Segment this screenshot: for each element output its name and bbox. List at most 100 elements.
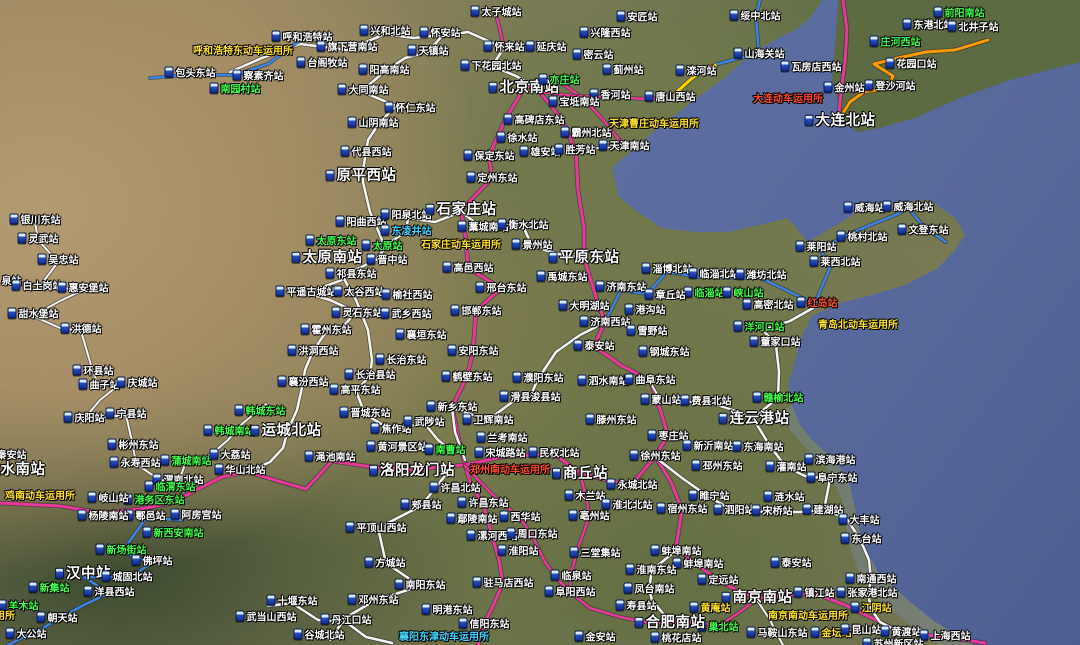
station-label[interactable]: 新沂南站 xyxy=(683,440,734,453)
station-label[interactable]: 华山北站 xyxy=(215,464,266,477)
station-label[interactable]: 渑池南站 xyxy=(305,451,356,464)
station-label[interactable]: 衡水北站 xyxy=(498,219,549,232)
station-label[interactable]: 原平西站 xyxy=(326,169,397,184)
station-label[interactable]: 西华站 xyxy=(500,511,541,524)
depot-label[interactable]: 用所 xyxy=(0,612,15,622)
station-label[interactable]: 台阁牧站 xyxy=(297,57,348,70)
station-label[interactable]: 郏县站 xyxy=(401,499,442,512)
station-label[interactable]: 三堂集站 xyxy=(570,547,621,560)
station-label[interactable]: 瓦房店西站 xyxy=(781,61,842,74)
station-label[interactable]: 南园村站 xyxy=(210,83,261,96)
station-label[interactable]: 下花园北站 xyxy=(461,60,522,73)
station-label[interactable]: 张家港北站 xyxy=(837,587,898,600)
station-label[interactable]: 曲阜东站 xyxy=(625,374,676,387)
station-label[interactable]: 甜水堡站 xyxy=(8,308,59,321)
depot-label[interactable]: 青岛北动车运用所 xyxy=(818,321,898,331)
station-label[interactable]: 武当山西站 xyxy=(236,611,297,624)
station-label[interactable]: 长治县站 xyxy=(345,369,396,382)
station-label[interactable]: 太子城站 xyxy=(471,6,522,19)
station-label[interactable]: 怀来站 xyxy=(484,41,525,54)
station-label[interactable]: 延庆站 xyxy=(526,41,567,54)
station-label[interactable]: 昆山站 xyxy=(841,624,882,637)
station-label[interactable]: 太原东站 xyxy=(306,235,357,248)
station-label[interactable]: 凤台南站 xyxy=(624,583,675,596)
station-label[interactable]: 滦河站 xyxy=(676,65,717,78)
station-label[interactable]: 霍州东站 xyxy=(301,324,352,337)
station-label[interactable]: 江阴站 xyxy=(851,602,892,615)
station-label[interactable]: 灌南站 xyxy=(766,461,807,474)
station-label[interactable]: 天水南站 xyxy=(0,463,46,478)
station-label[interactable]: 朝天站 xyxy=(37,612,78,625)
station-label[interactable]: 淮北北站 xyxy=(602,499,653,512)
station-label[interactable]: 密云站 xyxy=(573,49,614,62)
station-label[interactable]: 韩城南站 xyxy=(204,425,255,438)
map-canvas[interactable]: 呼和浩特东动车运用所呼和浩特站包头东站察素齐站南园村站台阁牧站旗下营南站兴和北站… xyxy=(0,0,1080,645)
station-label[interactable]: 唐山西站 xyxy=(645,91,696,104)
depot-label[interactable]: 郑州南动车运用所 xyxy=(470,466,550,476)
station-label[interactable]: 信阳东站 xyxy=(459,618,510,631)
station-label[interactable]: 蚌埠南站 xyxy=(651,545,702,558)
depot-label[interactable]: 南京南动车运用所 xyxy=(768,612,848,622)
station-label[interactable]: 武陟站 xyxy=(404,416,445,429)
station-label[interactable]: 济南东站 xyxy=(596,281,647,294)
station-label[interactable]: 洪德站 xyxy=(61,323,102,336)
station-label[interactable]: 天镇站 xyxy=(408,45,449,58)
depot-label[interactable]: 鸡南动车运用所 xyxy=(5,492,75,502)
station-label[interactable]: 景州站 xyxy=(512,239,553,252)
station-label[interactable]: 民权北站 xyxy=(529,447,580,460)
station-label[interactable]: 察素齐站 xyxy=(233,70,284,83)
station-label[interactable]: 临泉站 xyxy=(551,570,592,583)
station-label[interactable]: 董家口站 xyxy=(750,336,801,349)
station-label[interactable]: 阜宁东站 xyxy=(807,472,858,485)
station-label[interactable]: 庆城站 xyxy=(117,377,158,390)
station-label[interactable]: 南通西站 xyxy=(846,573,897,586)
station-label[interactable]: 城固北站 xyxy=(102,571,153,584)
station-label[interactable]: 秦安站 xyxy=(0,449,27,462)
station-label[interactable]: 天津南站 xyxy=(599,140,650,153)
depot-label[interactable]: 襄阳东津动车运用所 xyxy=(399,633,489,643)
station-label[interactable]: 泰安站 xyxy=(574,340,615,353)
station-label[interactable]: 大明湖站 xyxy=(559,300,610,313)
station-label[interactable]: 许昌北站 xyxy=(430,482,481,495)
station-label[interactable]: 宝坻南站 xyxy=(549,96,600,109)
station-label[interactable]: 太谷西站 xyxy=(334,286,385,299)
station-label[interactable]: 桃村北站 xyxy=(837,231,888,244)
station-label[interactable]: 莱西北站 xyxy=(810,256,861,269)
station-label[interactable]: 淮阳站 xyxy=(498,545,539,558)
station-label[interactable]: 十堰东站 xyxy=(267,595,318,608)
station-label[interactable]: 卫辉南站 xyxy=(463,414,514,427)
station-label[interactable]: 蒲城南站 xyxy=(161,455,212,468)
station-label[interactable]: 钢城东站 xyxy=(639,346,690,359)
station-label[interactable]: 建湖站 xyxy=(803,504,844,517)
station-label[interactable]: 鄢陵南站 xyxy=(447,513,498,526)
station-label[interactable]: 宿州东站 xyxy=(657,503,708,516)
station-label[interactable]: 兴和北站 xyxy=(360,25,411,38)
station-label[interactable]: 苏州新区站 xyxy=(863,638,924,645)
station-label[interactable]: 安阳东站 xyxy=(448,345,499,358)
station-label[interactable]: 登沙河站 xyxy=(865,80,916,93)
station-label[interactable]: 晋城东站 xyxy=(340,407,391,420)
station-label[interactable]: 高平东站 xyxy=(330,384,381,397)
station-label[interactable]: 蓟州站 xyxy=(603,64,644,77)
station-label[interactable]: 上海西站 xyxy=(920,630,971,643)
station-label[interactable]: 宁县站 xyxy=(106,408,147,421)
station-label[interactable]: 花园口站 xyxy=(886,58,937,71)
station-label[interactable]: 庄河西站 xyxy=(870,36,921,49)
station-label[interactable]: 雪野站 xyxy=(627,325,668,338)
station-label[interactable]: 祁县东站 xyxy=(326,268,377,281)
station-label[interactable]: 灵武站 xyxy=(18,233,59,246)
station-label[interactable]: 长治东站 xyxy=(376,354,427,367)
station-label[interactable]: 新集站 xyxy=(29,582,70,595)
station-label[interactable]: 濮阳东站 xyxy=(513,372,564,385)
station-label[interactable]: 怀仁东站 xyxy=(385,102,436,115)
station-label[interactable]: 邢台东站 xyxy=(476,282,527,295)
station-label[interactable]: 东港北站 xyxy=(903,19,954,32)
station-label[interactable]: 商丘站 xyxy=(552,467,608,482)
station-label[interactable]: 大同南站 xyxy=(338,84,389,97)
station-label[interactable]: 代县西站 xyxy=(341,146,392,159)
station-label[interactable]: 高邑西站 xyxy=(443,262,494,275)
station-label[interactable]: 吴忠站 xyxy=(38,254,79,267)
station-label[interactable]: 洋河口站 xyxy=(734,321,785,334)
station-label[interactable]: 平顶山西站 xyxy=(346,522,407,535)
station-label[interactable]: 丹江口站 xyxy=(321,614,372,627)
